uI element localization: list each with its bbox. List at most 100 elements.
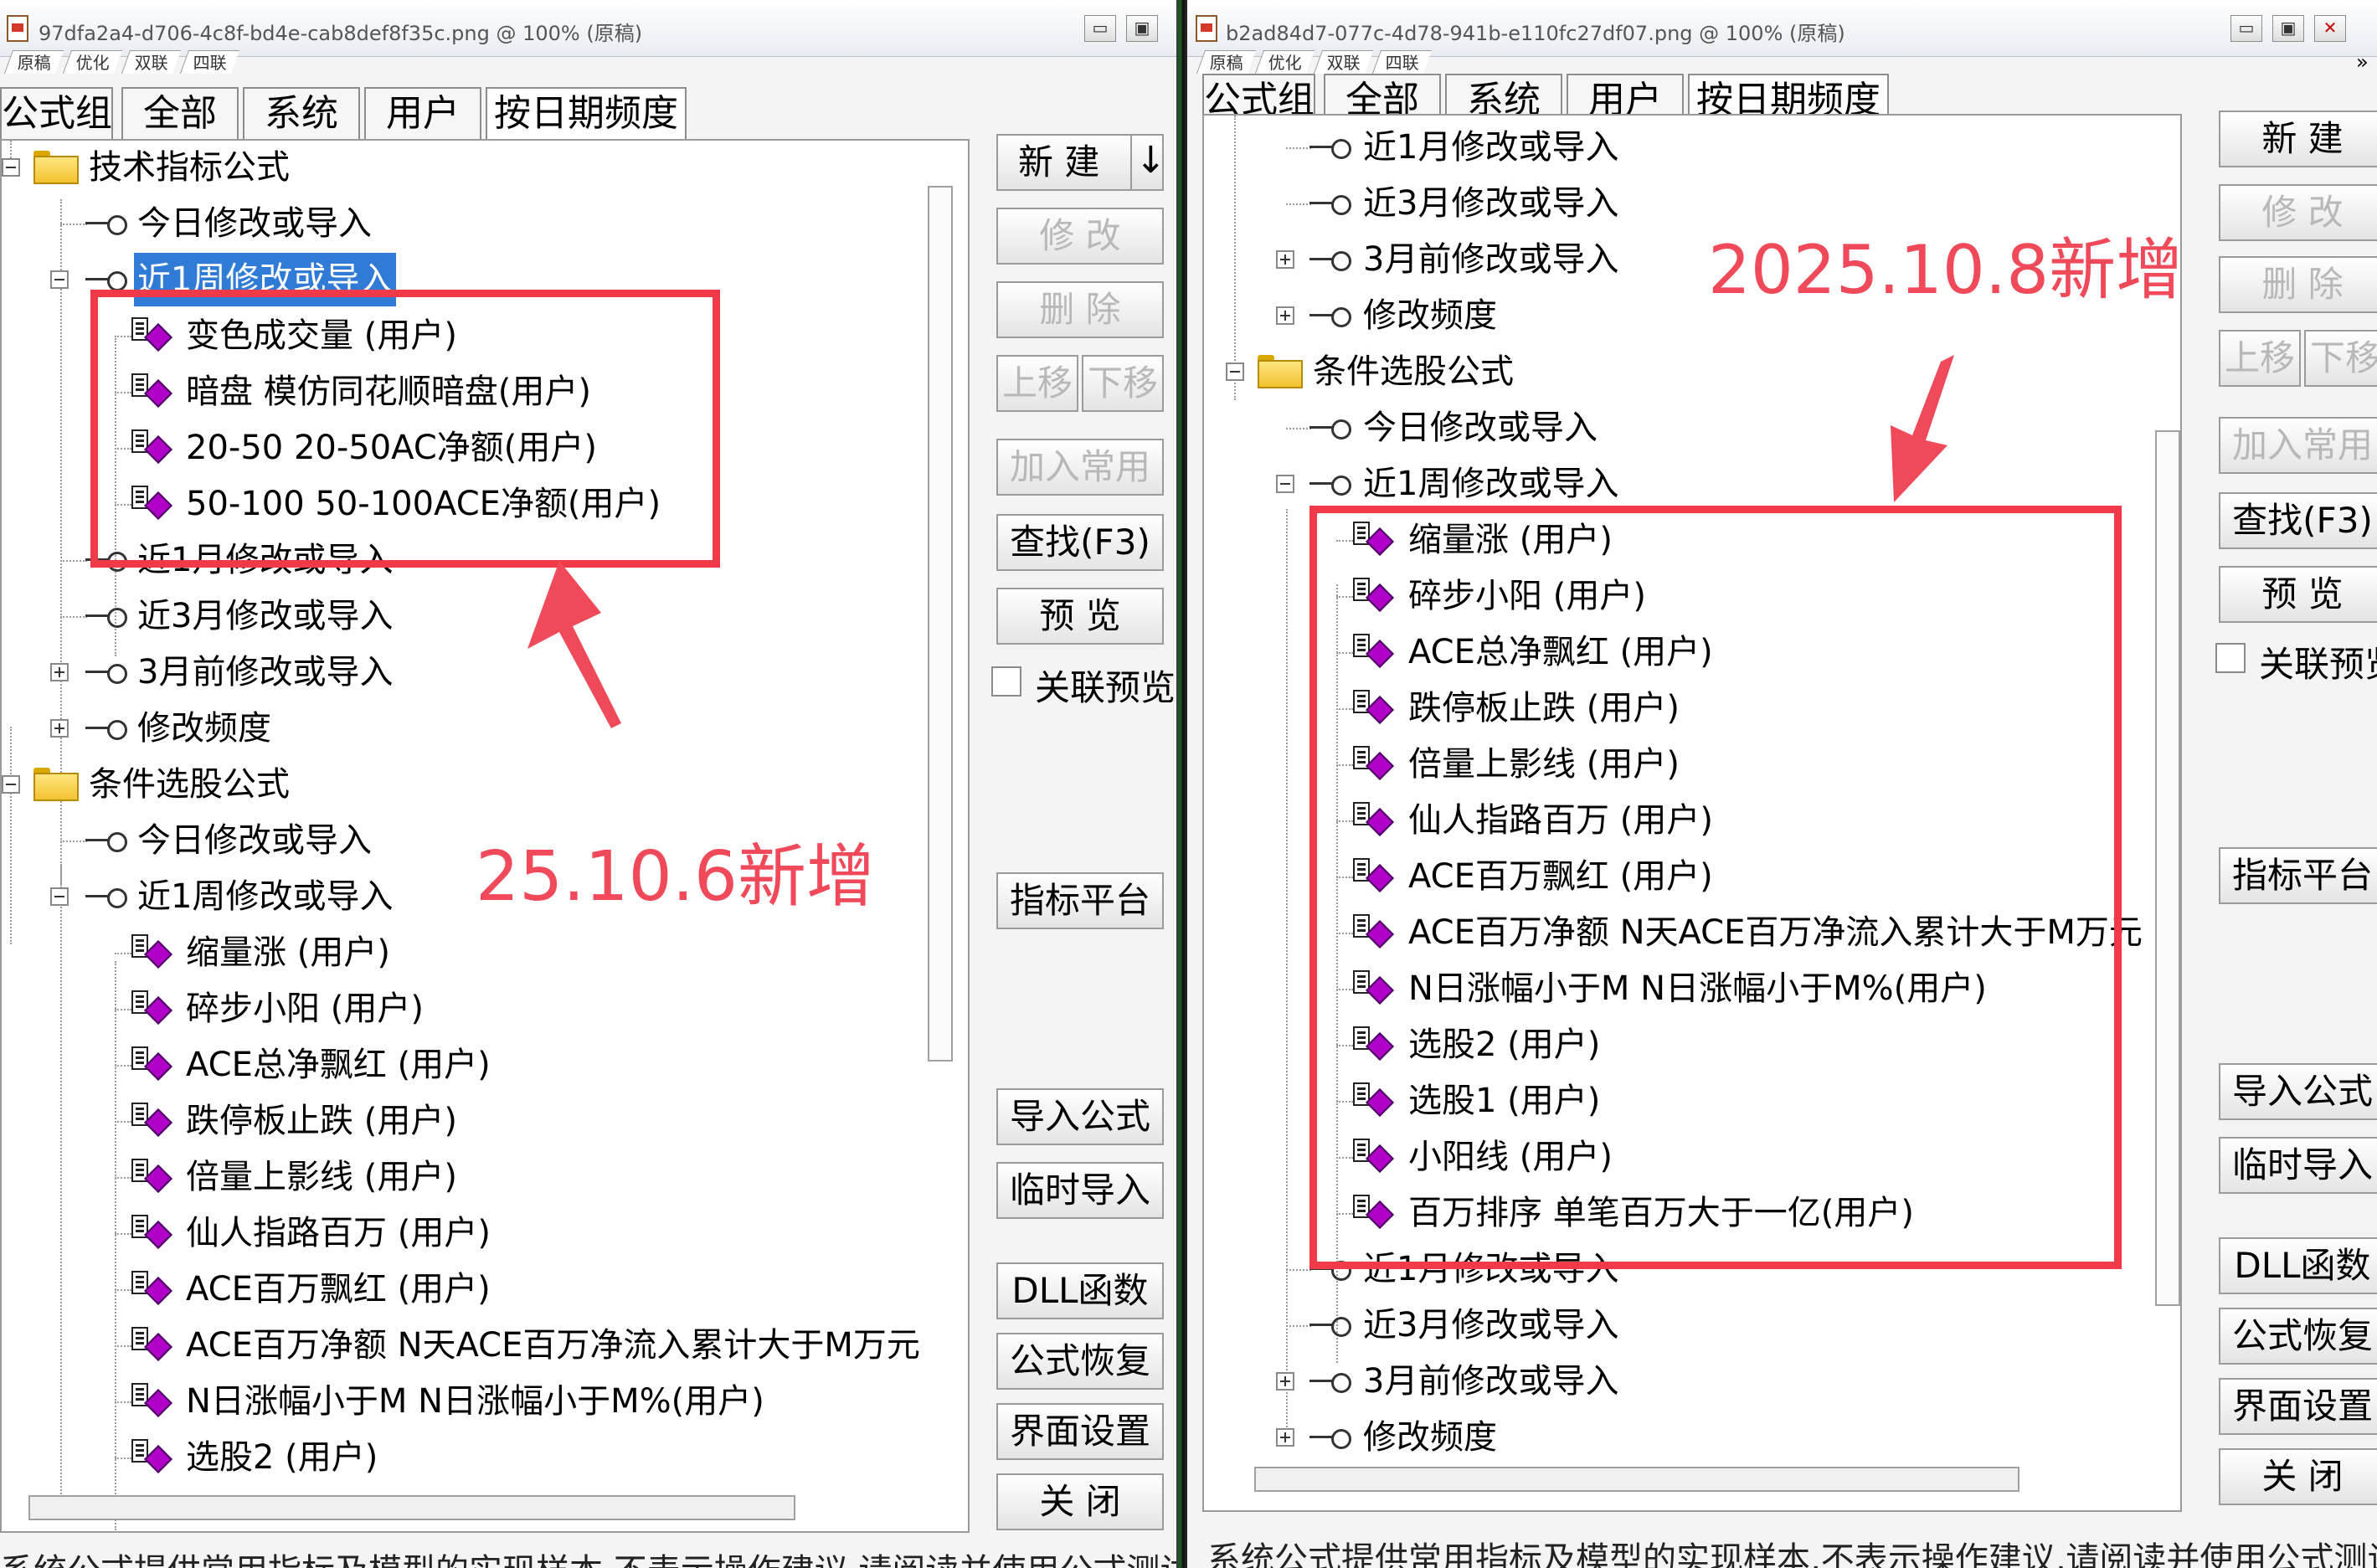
link-preview-checkbox[interactable] xyxy=(991,666,1021,697)
close-window-icon[interactable]: ✕ xyxy=(2314,15,2346,42)
key-icon xyxy=(1309,137,1351,159)
link-preview-checkbox[interactable] xyxy=(2215,643,2246,673)
restore-formula-button[interactable]: 公式恢复 xyxy=(2219,1308,2377,1365)
left-tree-horizontal-scrollbar[interactable] xyxy=(28,1495,795,1520)
dll-functions-button[interactable]: DLL函数 xyxy=(996,1262,1164,1319)
close-button[interactable]: 关 闭 xyxy=(2219,1448,2377,1505)
tree-node-formula[interactable]: N日涨幅小于M N日涨幅小于M%(用户) xyxy=(2,1375,965,1428)
key-icon xyxy=(1309,474,1351,496)
indicator-platform-button[interactable]: 指标平台 xyxy=(996,872,1164,929)
left-tree-vertical-scrollbar[interactable] xyxy=(928,186,953,1062)
collapse-icon[interactable] xyxy=(2,775,20,794)
restore-formula-button[interactable]: 公式恢复 xyxy=(996,1333,1164,1390)
minimize-icon[interactable]: ▭ xyxy=(1084,15,1116,42)
collapse-icon[interactable] xyxy=(2,158,20,177)
tree-node-formula[interactable]: 缩量涨 (用户) xyxy=(2,926,965,979)
tree-node-formula[interactable]: ACE百万净额 N天ACE百万净流入累计大于M万元 xyxy=(2,1319,965,1372)
ui-settings-button[interactable]: 界面设置 xyxy=(996,1403,1164,1460)
indicator-platform-button[interactable]: 指标平台 xyxy=(2219,847,2377,904)
right-tree-vertical-scrollbar[interactable] xyxy=(2155,430,2180,1306)
tree-node-stock-screening[interactable]: 条件选股公式 xyxy=(1204,345,2175,398)
dll-functions-button[interactable]: DLL函数 xyxy=(2219,1237,2377,1294)
collapse-icon[interactable] xyxy=(50,887,69,906)
tree-node-last-month[interactable]: 近1月修改或导入 xyxy=(1204,121,2175,174)
tab-all[interactable]: 全部 xyxy=(121,87,239,139)
tree-node-frequency[interactable]: 修改频度 xyxy=(1204,1411,2175,1464)
close-button[interactable]: 关 闭 xyxy=(996,1473,1164,1530)
expand-icon[interactable] xyxy=(1276,1428,1294,1447)
tree-node-formula[interactable]: 仙人指路百万 (用户) xyxy=(2,1206,965,1260)
tree-node-before-3-months[interactable]: 3月前修改或导入 xyxy=(2,645,965,699)
expand-icon[interactable] xyxy=(50,663,69,681)
tree-node-today[interactable]: 今日修改或导入 xyxy=(2,197,965,250)
folder-icon xyxy=(33,151,79,184)
expand-icon[interactable] xyxy=(1276,250,1294,269)
collapse-icon[interactable] xyxy=(50,270,69,289)
preview-button[interactable]: 预 览 xyxy=(2219,566,2377,623)
move-down-button[interactable]: 下移 xyxy=(2304,330,2377,387)
key-icon xyxy=(85,718,127,740)
collapse-icon[interactable] xyxy=(1226,362,1244,381)
tab-user[interactable]: 用户 xyxy=(364,87,481,139)
tab-system[interactable]: 系统 xyxy=(243,87,360,139)
right-highlight-box xyxy=(1309,506,2122,1269)
tab-quad[interactable]: 四联 xyxy=(1371,50,1433,74)
tree-node-formula[interactable]: ACE百万飘红 (用户) xyxy=(2,1262,965,1316)
delete-button[interactable]: 删 除 xyxy=(2219,256,2377,313)
find-button[interactable]: 查找(F3) xyxy=(996,514,1164,571)
tab-dual[interactable]: 双联 xyxy=(121,50,182,74)
add-common-button[interactable]: 加入常用 xyxy=(996,439,1164,496)
tab-original[interactable]: 原稿 xyxy=(3,50,64,74)
tab-quad[interactable]: 四联 xyxy=(179,50,240,74)
expand-icon[interactable] xyxy=(1276,1372,1294,1391)
tab-optimize[interactable]: 优化 xyxy=(1254,50,1315,74)
find-button[interactable]: 查找(F3) xyxy=(2219,492,2377,549)
delete-button[interactable]: 删 除 xyxy=(996,281,1164,338)
modify-button[interactable]: 修 改 xyxy=(996,208,1164,265)
tree-node-last-3-months[interactable]: 近3月修改或导入 xyxy=(2,589,965,643)
tab-by-date-frequency[interactable]: 按日期频度 xyxy=(486,87,687,139)
tree-node-stock-screening[interactable]: 条件选股公式 xyxy=(2,758,965,811)
more-tabs-icon[interactable]: » xyxy=(2356,50,2369,74)
tree-node-technical-indicators[interactable]: 技术指标公式 xyxy=(2,141,965,194)
tree-node-formula[interactable]: 选股2 (用户) xyxy=(2,1431,965,1484)
move-up-button[interactable]: 上移 xyxy=(996,355,1078,412)
tree-node-formula[interactable]: 碎步小阳 (用户) xyxy=(2,982,965,1036)
key-icon xyxy=(1309,1315,1351,1337)
tree-node-before-3-months[interactable]: 3月前修改或导入 xyxy=(1204,1355,2175,1408)
new-dropdown-arrow-icon[interactable]: ↓ xyxy=(1135,134,1166,191)
add-common-button[interactable]: 加入常用 xyxy=(2219,417,2377,474)
tree-node-formula[interactable]: 倍量上影线 (用户) xyxy=(2,1150,965,1204)
import-formula-button[interactable]: 导入公式 xyxy=(2219,1063,2377,1120)
tab-original[interactable]: 原稿 xyxy=(1196,50,1257,74)
temp-import-button[interactable]: 临时导入 xyxy=(996,1162,1164,1219)
maximize-icon[interactable]: ▣ xyxy=(2272,15,2304,42)
move-up-button[interactable]: 上移 xyxy=(2219,330,2301,387)
right-tree-horizontal-scrollbar[interactable] xyxy=(1254,1467,2019,1492)
modify-button[interactable]: 修 改 xyxy=(2219,184,2377,241)
maximize-icon[interactable]: ▣ xyxy=(1126,15,1158,42)
tree-node-formula[interactable]: ACE总净飘红 (用户) xyxy=(2,1038,965,1092)
tree-node-frequency[interactable]: 修改频度 xyxy=(2,702,965,755)
tree-node-formula[interactable]: 跌停板止跌 (用户) xyxy=(2,1094,965,1148)
expand-icon[interactable] xyxy=(50,719,69,738)
tree-node-today[interactable]: 今日修改或导入 xyxy=(1204,401,2175,455)
move-down-button[interactable]: 下移 xyxy=(1082,355,1164,412)
ui-settings-button[interactable]: 界面设置 xyxy=(2219,1378,2377,1435)
tab-optimize[interactable]: 优化 xyxy=(62,50,123,74)
tab-dual[interactable]: 双联 xyxy=(1313,50,1374,74)
formula-icon xyxy=(131,1103,175,1139)
collapse-icon[interactable] xyxy=(1276,475,1294,493)
key-icon xyxy=(1309,1371,1351,1393)
temp-import-button[interactable]: 临时导入 xyxy=(2219,1137,2377,1194)
minimize-icon[interactable]: ▭ xyxy=(2230,15,2262,42)
expand-icon[interactable] xyxy=(1276,306,1294,325)
folder-icon xyxy=(33,768,79,801)
tab-formula-group[interactable]: 公式组 xyxy=(0,87,113,139)
new-button[interactable]: 新 建 xyxy=(2219,111,2377,167)
tree-node-last-3-months[interactable]: 近3月修改或导入 xyxy=(1204,1298,2175,1352)
left-arrow-icon xyxy=(527,561,621,728)
import-formula-button[interactable]: 导入公式 xyxy=(996,1088,1164,1145)
preview-button[interactable]: 预 览 xyxy=(996,588,1164,645)
tree-node-last-week[interactable]: 近1周修改或导入 xyxy=(1204,457,2175,511)
